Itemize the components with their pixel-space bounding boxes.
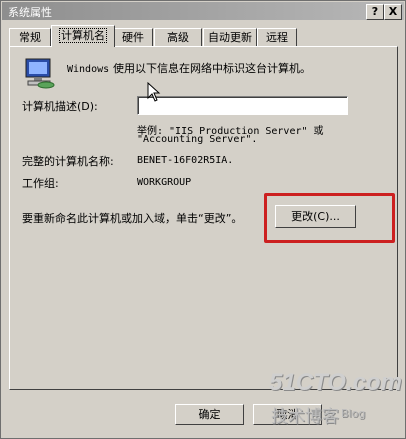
- tab-hardware[interactable]: 硬件: [113, 28, 153, 46]
- rename-instruction: 要重新命名此计算机或加入域，单击“更改”。: [22, 212, 243, 225]
- workgroup-label: 工作组:: [22, 177, 59, 190]
- computer-network-icon: [25, 58, 55, 89]
- mouse-cursor-icon: [147, 82, 161, 102]
- ok-button[interactable]: 确定: [175, 404, 244, 425]
- tab-automatic-updates[interactable]: 自动更新: [203, 28, 257, 46]
- title-bar: 系统属性 ? X: [2, 2, 404, 20]
- help-button[interactable]: ?: [366, 4, 384, 20]
- watermark-logo: 51CTO.com: [269, 369, 402, 396]
- watermark-blog: Blog: [341, 407, 366, 420]
- intro-line: Windows 使用以下信息在网络中标识这台计算机。: [67, 62, 311, 75]
- tab-advanced[interactable]: 高级: [154, 28, 202, 46]
- computer-description-input[interactable]: [137, 96, 348, 115]
- workgroup-value: WORKGROUP: [137, 177, 192, 188]
- description-label: 计算机描述(D):: [22, 100, 98, 113]
- tab-computer-name[interactable]: 计算机名: [51, 25, 115, 47]
- highlight-box: [264, 193, 395, 243]
- watermark-text: 技术博客: [271, 407, 339, 427]
- tab-general[interactable]: 常规: [9, 28, 51, 46]
- close-button[interactable]: X: [384, 4, 402, 20]
- window-title: 系统属性: [8, 6, 52, 19]
- example-line-2: "Accounting Server".: [137, 134, 258, 145]
- system-properties-dialog: 系统属性 ? X 常规 计算机名 硬件 高级 自动更新 远程 Windows 使…: [0, 0, 406, 439]
- computer-name-panel: Windows 使用以下信息在网络中标识这台计算机。 计算机描述(D): 举例:…: [9, 46, 398, 390]
- full-name-value: BENET-16F02R5IA.: [137, 155, 234, 166]
- tab-remote[interactable]: 远程: [257, 28, 297, 46]
- full-name-label: 完整的计算机名称:: [22, 155, 114, 168]
